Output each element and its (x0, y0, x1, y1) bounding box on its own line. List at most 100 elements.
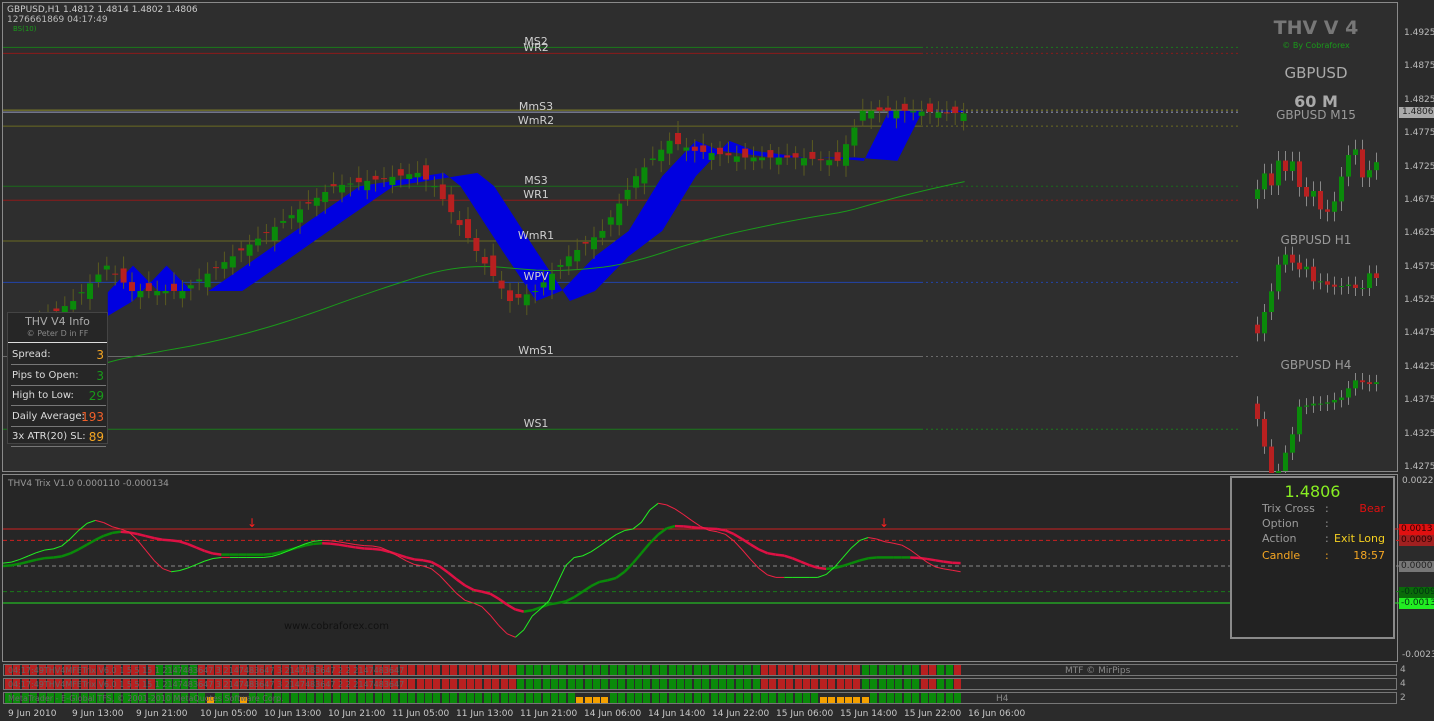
trix-indicator-panel[interactable]: ↓ ↓ THV4 Trix V1.0 0.000110 -0.000134 www… (2, 474, 1399, 662)
trix-fast-segment (36, 549, 46, 554)
trix-slow-segment (943, 560, 953, 564)
mtf-cell (685, 693, 693, 703)
mini-candle-body (1276, 471, 1281, 473)
trix-fast-segment (683, 514, 693, 521)
trix-fast-segment (935, 566, 944, 570)
candle-body (742, 148, 749, 158)
mtf-cell (937, 693, 945, 703)
mtf-cell (315, 693, 323, 703)
trix-slow-segment (170, 539, 180, 543)
mtf-cell (601, 679, 609, 689)
candle-body (759, 157, 765, 161)
time-tick: 10 Jun 21:00 (328, 709, 386, 719)
candle-body (187, 285, 194, 289)
mtf-cell (559, 693, 567, 703)
indicator-tag: BS(10) (13, 25, 37, 33)
trix-slow-segment (935, 559, 945, 563)
candle-body (347, 183, 354, 185)
price-tick: 1.4925 (1404, 28, 1434, 38)
info-label: Daily Average: (12, 410, 85, 422)
mtf-cell (584, 665, 592, 675)
mini-candle-body (1311, 403, 1316, 406)
signal-label: Option (1262, 517, 1299, 530)
candle-body (691, 146, 698, 151)
trix-slow-segment (94, 534, 105, 542)
mtf-axis-value: 2 (1400, 693, 1406, 703)
mtf-cell (945, 693, 953, 703)
trix-slow-segment (195, 546, 206, 553)
price-chart[interactable]: GBPUSD,H1 1.4812 1.4814 1.4802 1.4806 12… (2, 2, 1398, 473)
mtf-cell (635, 693, 642, 703)
price-tick: 1.4875 (1404, 61, 1434, 72)
trix-title: THV4 Trix V1.0 0.000110 -0.000134 (8, 479, 169, 489)
mtf-cell (836, 665, 844, 675)
trix-fast-segment (741, 549, 751, 560)
trix-slow-segment (77, 543, 88, 551)
mtf-cell (677, 679, 684, 689)
mtf-cell (710, 679, 718, 689)
mtf-cell (433, 693, 441, 703)
mtf-label-1: MTF © MirPips (1065, 666, 1131, 676)
mtf-cell (332, 693, 340, 703)
mtf-cell (467, 679, 474, 689)
mtf-cell (660, 693, 668, 703)
mtf-cell (383, 693, 390, 703)
mtf-cell (500, 693, 508, 703)
mini-candle-body (1269, 446, 1274, 473)
trix-slow-segment (548, 601, 558, 606)
candle-body (767, 150, 774, 158)
mini-candle-body (1276, 264, 1281, 292)
candle-body (876, 107, 883, 111)
mtf-cell (416, 665, 424, 675)
trix-slow-segment (422, 559, 432, 564)
mtf-axis-value: 4 (1400, 679, 1406, 689)
trix-canvas: ↓ ↓ (3, 502, 1399, 638)
candle-body (507, 290, 513, 302)
mini-candle-body (1283, 452, 1288, 472)
mtf-cell (702, 693, 710, 703)
trix-fast-segment (347, 542, 356, 546)
mini-candle-body (1290, 254, 1295, 263)
trix-slow-segment (204, 549, 214, 555)
info-row-1: Pips to Open: 3 (11, 366, 106, 386)
mtf-cell (769, 679, 777, 689)
mtf-cell (895, 665, 903, 675)
trix-fast-segment (86, 519, 96, 524)
mtf-cell (761, 693, 768, 703)
mtf-cell (509, 665, 516, 675)
mini-candle-body (1297, 406, 1302, 435)
mtf-cell (685, 665, 693, 675)
price-tick: 1.4825 (1404, 94, 1434, 105)
candle-body (271, 226, 278, 241)
mtf-cell (492, 693, 500, 703)
trix-fast-segment (44, 548, 54, 551)
mtf-cell (399, 693, 407, 703)
mtf-cell (534, 679, 542, 689)
mtf-cell (492, 679, 500, 689)
mtf-cell (357, 693, 365, 703)
mini-candle-body (1255, 324, 1260, 334)
trix-slow-segment (263, 552, 272, 556)
mtf-cell (458, 693, 466, 703)
candle-body (591, 237, 597, 250)
time-tick: 14 Jun 06:00 (584, 709, 642, 719)
level-label: WS1 (523, 417, 549, 431)
price-axis[interactable]: 1.4925 1.4875 1.4825 1.4775 1.4725 1.4675 1.46… (1400, 0, 1434, 472)
trix-fast-segment (851, 540, 861, 549)
brand-subtitle: © By Cobraforex (1282, 41, 1350, 50)
candle-body (439, 184, 446, 200)
mtf-cell (567, 665, 575, 675)
mtf-cell (660, 679, 668, 689)
mtf-cell (307, 693, 315, 703)
candle-body (725, 153, 732, 156)
trix-fast-segment (489, 614, 499, 626)
mini-chart-title-m15: GBPUSD M15 (1276, 108, 1356, 122)
trix-slow-segment (632, 552, 643, 564)
signal-separator: : (1325, 532, 1329, 545)
mtf-cell (702, 679, 710, 689)
current-price-tag: 1.4806 (1399, 107, 1434, 119)
signal-separator: : (1325, 502, 1329, 515)
info-row-4: 3x ATR(20) SL: 89 (11, 427, 106, 447)
trix-fast-segment (179, 567, 188, 572)
trix-slow-segment (338, 543, 348, 548)
